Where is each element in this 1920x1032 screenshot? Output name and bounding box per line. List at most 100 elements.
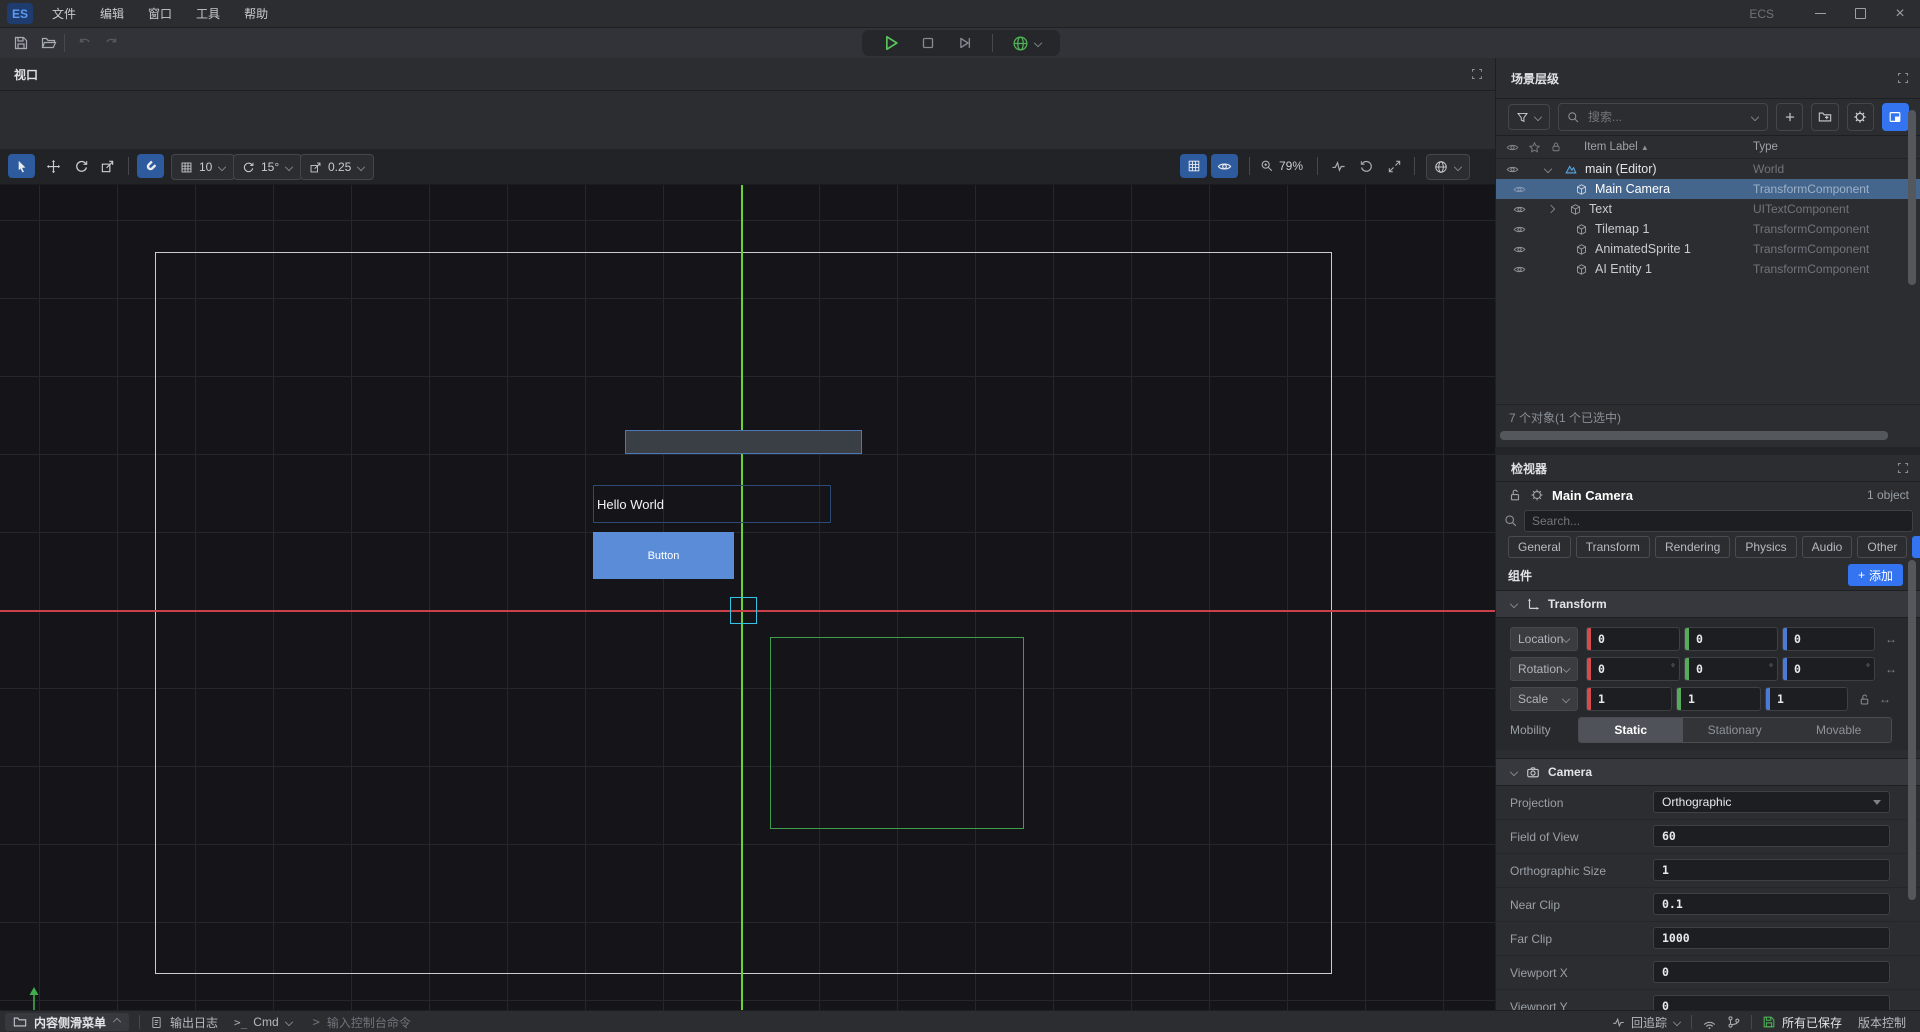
far-clip-input[interactable] <box>1653 927 1890 949</box>
orthographic-size-input[interactable] <box>1653 859 1890 881</box>
tab-physics[interactable]: Physics <box>1735 536 1796 558</box>
visibility-eye-icon[interactable] <box>1513 223 1526 236</box>
save-status[interactable]: 所有已保存 <box>1762 1014 1842 1031</box>
panel-splitter[interactable] <box>1495 447 1920 455</box>
transform-section-header[interactable]: Transform <box>1496 590 1920 618</box>
platform-selector[interactable] <box>1012 35 1042 52</box>
rotation-y-input[interactable] <box>1684 657 1778 681</box>
scale-z-input[interactable] <box>1765 687 1848 711</box>
panel-layout-button[interactable] <box>1882 103 1909 131</box>
near-clip-input[interactable] <box>1653 893 1890 915</box>
link-axes-icon[interactable]: ↔ <box>1885 662 1897 676</box>
location-z-input[interactable] <box>1782 627 1875 651</box>
step-icon[interactable] <box>956 34 974 52</box>
link-axes-icon[interactable]: ↔ <box>1879 692 1891 706</box>
field-of-view-input[interactable] <box>1653 825 1890 847</box>
grid-toggle-button[interactable] <box>1180 154 1207 178</box>
add-folder-button[interactable] <box>1811 103 1838 131</box>
tab-audio[interactable]: Audio <box>1802 536 1853 558</box>
grid-snap-dropdown[interactable]: 10 <box>171 154 235 180</box>
camera-mode-dropdown[interactable] <box>1426 154 1470 180</box>
visibility-toggle-button[interactable] <box>1211 154 1238 178</box>
rotation-z-input[interactable] <box>1782 657 1875 681</box>
tab-rendering[interactable]: Rendering <box>1655 536 1730 558</box>
hierarchy-row-animatedsprite[interactable]: AnimatedSprite 1 TransformComponent <box>1496 239 1920 259</box>
trace-dropdown[interactable]: 回追踪 <box>1612 1014 1681 1031</box>
column-item-label[interactable]: Item Label ▲ <box>1584 141 1649 153</box>
location-x-input[interactable] <box>1586 627 1680 651</box>
snap-magnet-button[interactable] <box>137 154 164 178</box>
menu-help[interactable]: 帮助 <box>232 0 280 27</box>
rotation-x-input[interactable] <box>1586 657 1680 681</box>
hierarchy-search[interactable] <box>1558 103 1768 131</box>
stats-icon[interactable] <box>1325 154 1352 178</box>
expand-panel-icon[interactable] <box>1897 72 1909 84</box>
filter-dropdown[interactable] <box>1508 104 1550 130</box>
scale-tool-button[interactable] <box>94 154 121 178</box>
button-element[interactable]: Button <box>593 532 734 579</box>
scale-y-input[interactable] <box>1676 687 1761 711</box>
expand-chevron-icon[interactable] <box>1547 205 1555 213</box>
hierarchy-row-ai-entity[interactable]: AI Entity 1 TransformComponent <box>1496 259 1920 279</box>
scale-snap-dropdown[interactable]: 0.25 <box>300 154 374 180</box>
inspector-search-input[interactable] <box>1524 510 1913 532</box>
scale-dropdown[interactable]: Scale <box>1510 687 1578 711</box>
close-button[interactable]: × <box>1880 0 1920 27</box>
branch-icon[interactable] <box>1727 1015 1741 1029</box>
hierarchy-row-world[interactable]: main (Editor) World <box>1496 159 1920 179</box>
expand-panel-icon[interactable] <box>1471 68 1483 80</box>
viewport-x-input[interactable] <box>1653 961 1890 983</box>
visibility-column-icon[interactable] <box>1506 141 1519 154</box>
location-dropdown[interactable]: Location <box>1510 627 1578 651</box>
content-drawer-button[interactable]: 内容侧滑菜单 <box>5 1013 129 1031</box>
mobility-static[interactable]: Static <box>1579 718 1683 742</box>
text-element[interactable]: Hello World <box>593 485 831 523</box>
scene-canvas[interactable]: Hello World Button <box>0 185 1495 1032</box>
favorite-column-icon[interactable] <box>1528 141 1541 154</box>
rotation-dropdown[interactable]: Rotation <box>1510 657 1578 681</box>
reset-view-icon[interactable] <box>1353 154 1380 178</box>
cmd-dropdown[interactable]: >_ Cmd <box>234 1015 293 1029</box>
tab-general[interactable]: General <box>1508 536 1571 558</box>
play-icon[interactable] <box>881 33 901 53</box>
select-tool-button[interactable] <box>8 154 35 178</box>
link-axes-icon[interactable]: ↔ <box>1885 632 1897 646</box>
tab-transform[interactable]: Transform <box>1576 536 1650 558</box>
settings-gear-button[interactable] <box>1847 103 1874 131</box>
menu-file[interactable]: 文件 <box>40 0 88 27</box>
version-control-button[interactable]: 版本控制 <box>1858 1014 1906 1031</box>
output-log-button[interactable]: 输出日志 <box>150 1014 218 1031</box>
mobility-movable[interactable]: Movable <box>1787 718 1891 742</box>
stop-icon[interactable] <box>919 34 937 52</box>
minimize-button[interactable] <box>1800 0 1840 27</box>
horizontal-scrollbar[interactable] <box>1500 431 1888 440</box>
projection-dropdown[interactable]: Orthographic <box>1653 791 1890 813</box>
redo-icon[interactable] <box>98 31 124 55</box>
add-item-button[interactable] <box>1776 103 1803 131</box>
camera-section-header[interactable]: Camera <box>1496 758 1920 786</box>
lock-icon[interactable] <box>1508 488 1522 502</box>
network-wifi-icon[interactable] <box>1702 1015 1717 1030</box>
expand-chevron-icon[interactable] <box>1544 165 1552 173</box>
tab-all[interactable]: All <box>1912 536 1920 558</box>
undo-icon[interactable] <box>72 31 98 55</box>
maximize-button[interactable] <box>1840 0 1880 27</box>
menu-window[interactable]: 窗口 <box>136 0 184 27</box>
tab-other[interactable]: Other <box>1857 536 1907 558</box>
location-y-input[interactable] <box>1684 627 1778 651</box>
zoom-control[interactable]: 79% <box>1260 154 1303 178</box>
panel-element[interactable] <box>625 430 862 454</box>
scale-x-input[interactable] <box>1586 687 1672 711</box>
visibility-eye-icon[interactable] <box>1513 183 1526 196</box>
viewport-y-input[interactable] <box>1653 995 1890 1010</box>
vertical-scrollbar[interactable] <box>1908 110 1916 285</box>
console-command-input[interactable]: > 输入控制台命令 <box>313 1014 411 1031</box>
column-type[interactable]: Type <box>1753 141 1778 153</box>
move-tool-button[interactable] <box>40 154 67 178</box>
vertical-scrollbar[interactable] <box>1908 560 1916 900</box>
app-logo[interactable]: ES <box>7 3 33 24</box>
mobility-stationary[interactable]: Stationary <box>1683 718 1787 742</box>
visibility-eye-icon[interactable] <box>1513 243 1526 256</box>
hierarchy-row-tilemap[interactable]: Tilemap 1 TransformComponent <box>1496 219 1920 239</box>
visibility-eye-icon[interactable] <box>1506 163 1519 176</box>
